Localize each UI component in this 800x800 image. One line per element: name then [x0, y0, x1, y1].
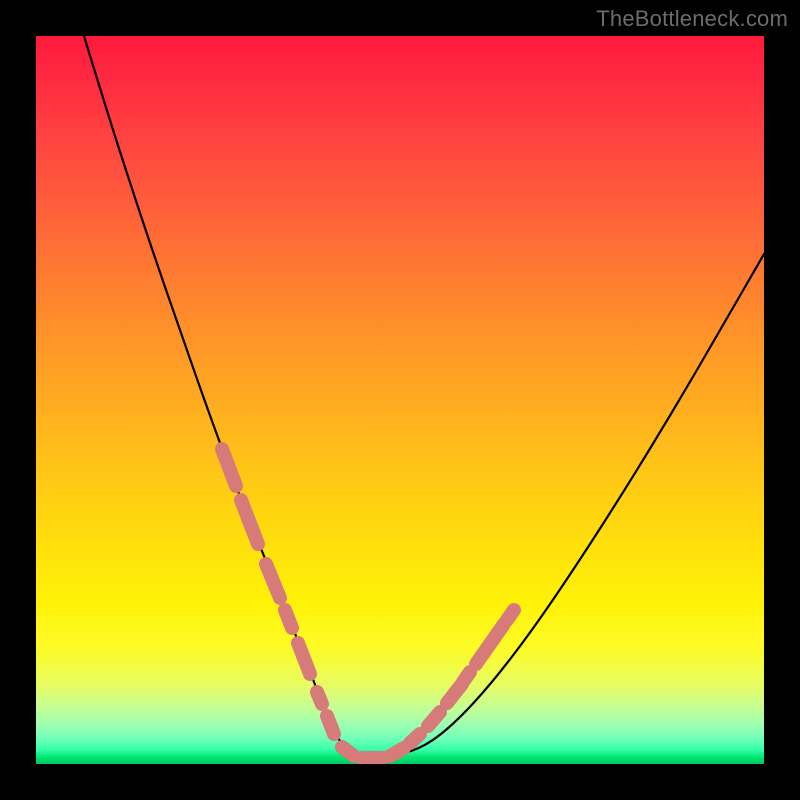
outer-frame: TheBottleneck.com [0, 0, 800, 800]
curve-svg [36, 36, 764, 764]
highlight-segments [222, 449, 514, 758]
plot-area [36, 36, 764, 764]
highlight-segment [507, 610, 514, 620]
highlight-segment [241, 500, 258, 544]
highlight-segment [298, 643, 310, 674]
highlight-segment [410, 734, 420, 743]
highlight-segment [463, 672, 470, 682]
highlight-segment [317, 692, 322, 704]
highlight-segment [342, 747, 354, 756]
watermark-text: TheBottleneck.com [596, 6, 788, 32]
highlight-segment [222, 449, 236, 486]
highlight-segment [428, 712, 440, 726]
highlight-segment [327, 716, 334, 734]
bottleneck-curve [84, 36, 764, 757]
highlight-segment [285, 610, 292, 628]
highlight-segment [266, 564, 280, 598]
highlight-segment [390, 748, 404, 756]
highlight-segment [476, 624, 504, 664]
